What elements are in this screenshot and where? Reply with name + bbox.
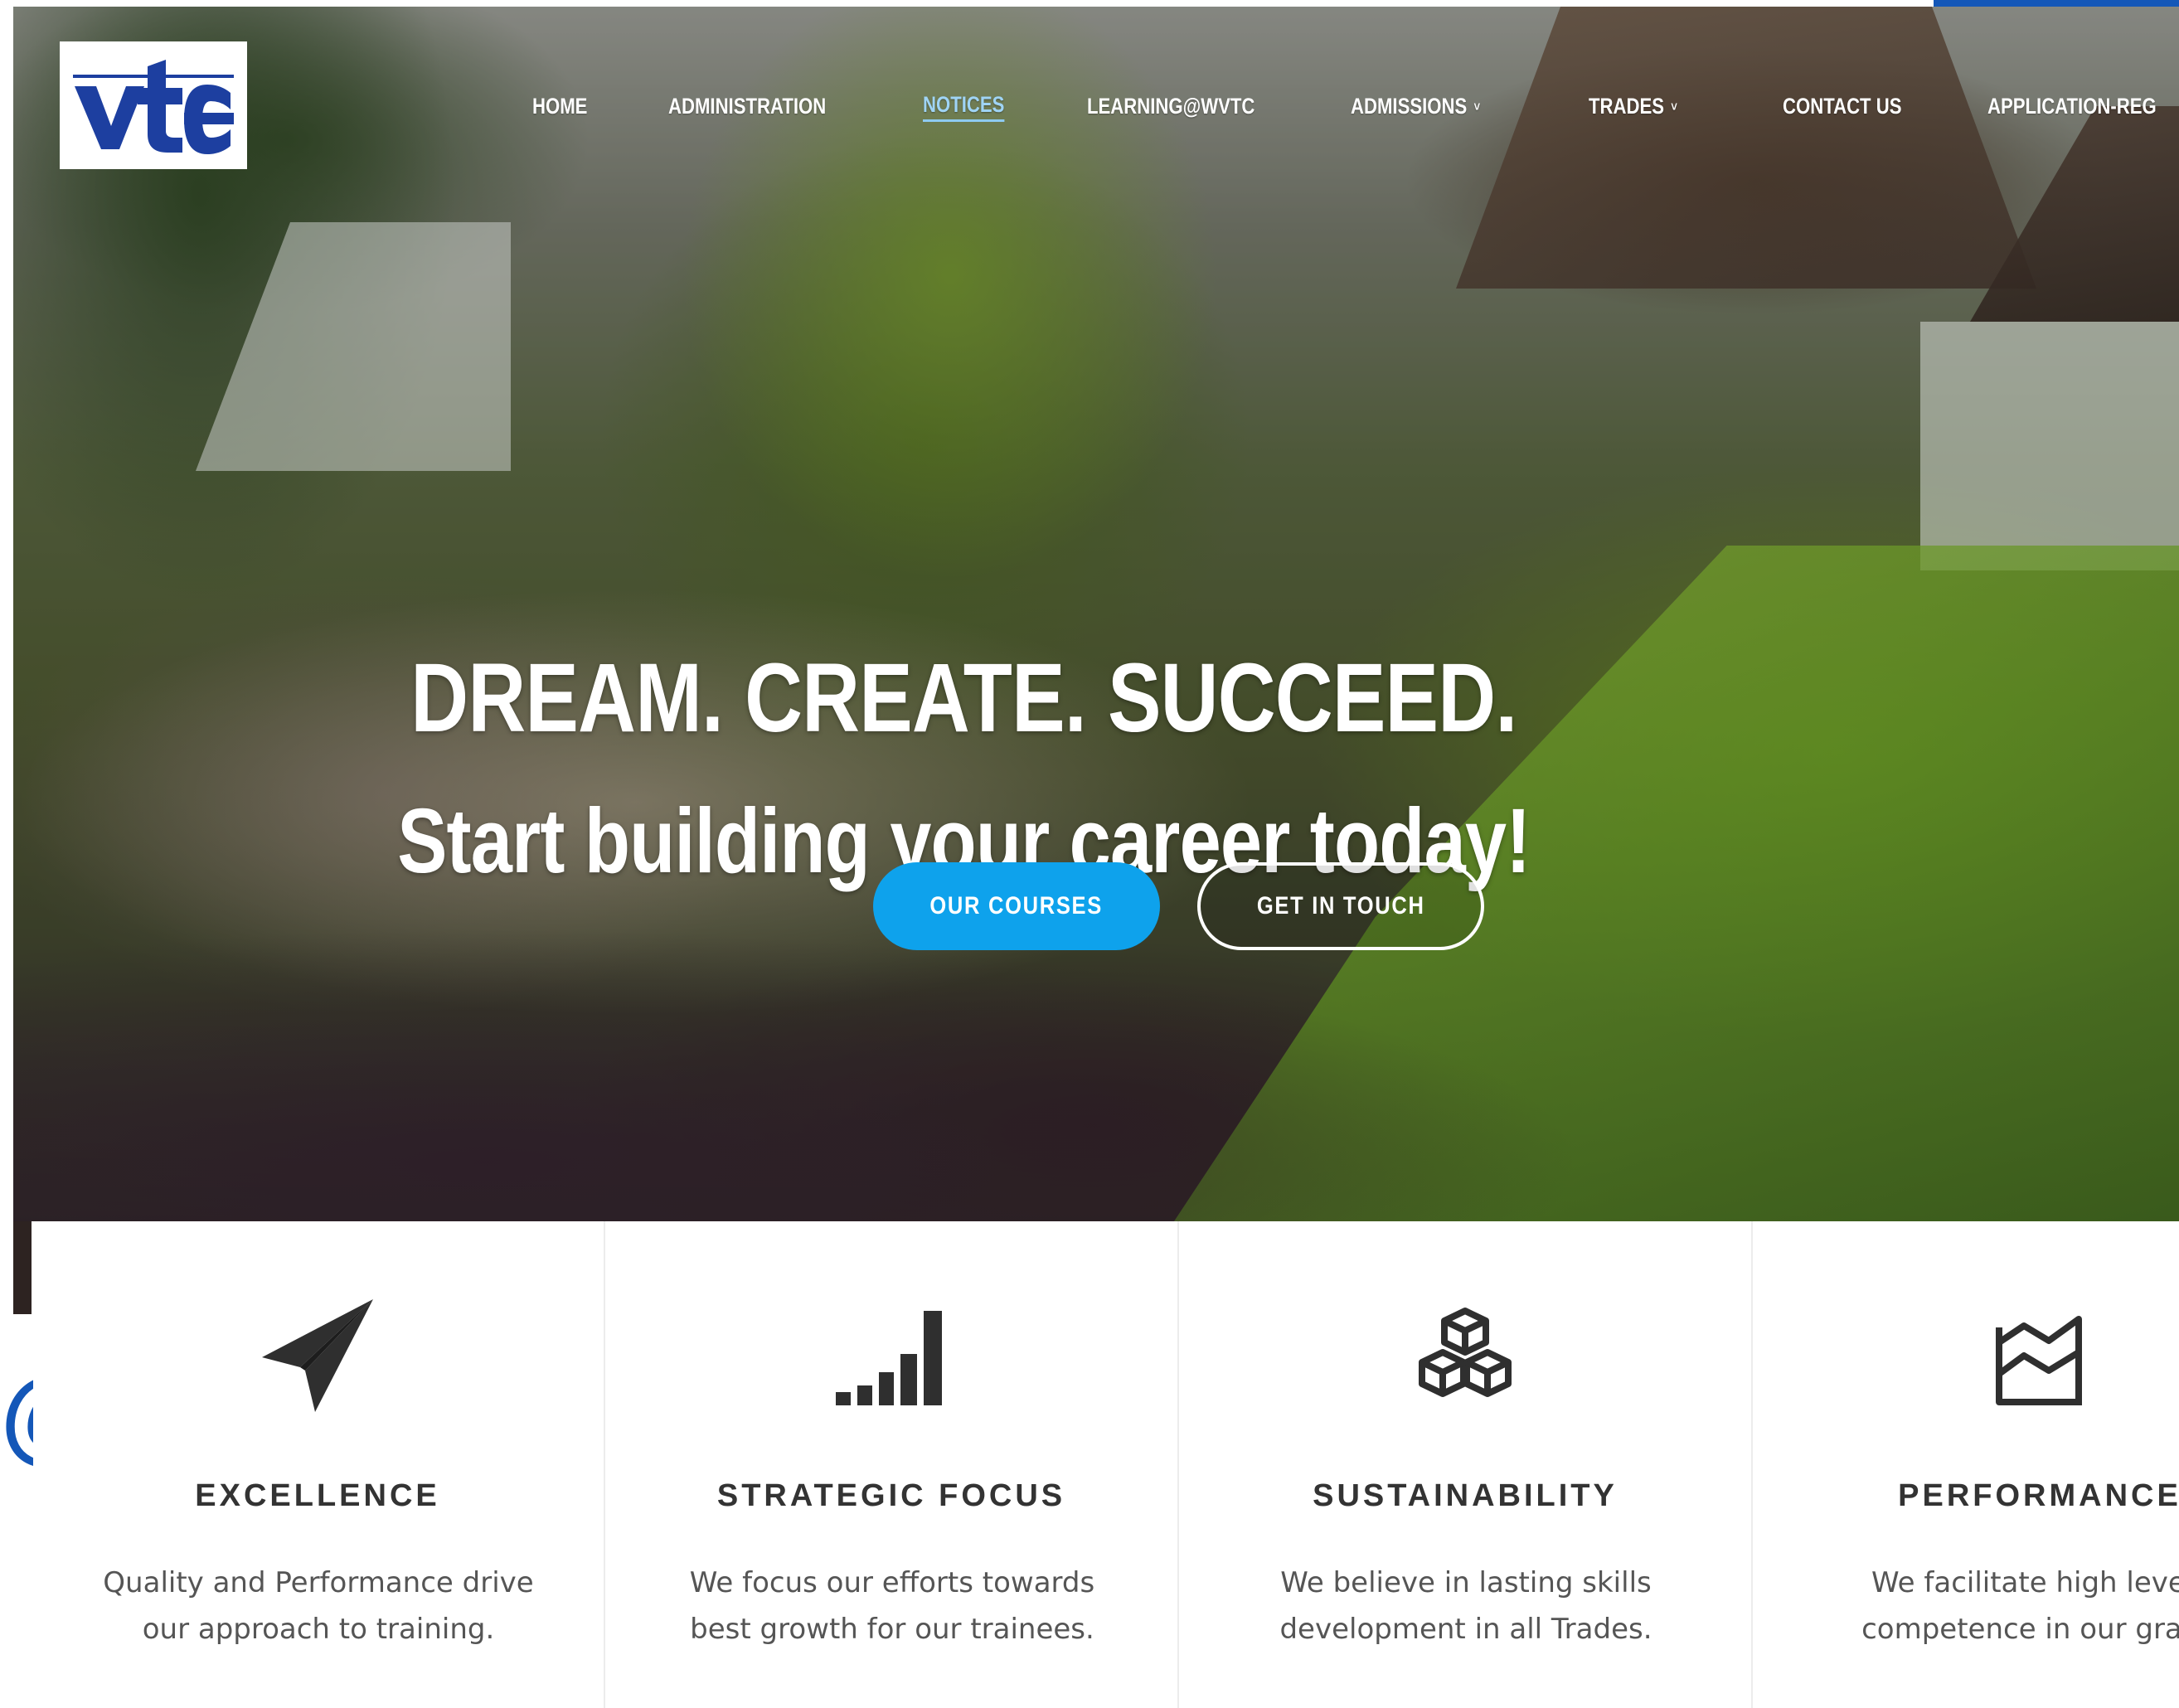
site-logo[interactable] [60, 41, 247, 169]
feature-card-strategic-focus: STRATEGIC FOCUS We focus our efforts tow… [605, 1221, 1179, 1708]
hero-thatched-roof [1456, 7, 2036, 289]
area-chart-icon [1753, 1294, 2179, 1419]
feature-title: PERFORMANCE [1898, 1478, 2179, 1513]
hero-section [13, 7, 2179, 1221]
feature-title: SUSTAINABILITY [1313, 1478, 1618, 1513]
feature-description: Quality and Performance drive our approac… [65, 1560, 572, 1652]
feature-description: We believe in lasting skills development … [1212, 1560, 1720, 1652]
hero-building-right [1920, 322, 2179, 570]
chevron-down-icon: ˅ [1671, 99, 1677, 114]
feature-description: We facilitate high levels competence in o… [1786, 1560, 2179, 1652]
feature-card-sustainability: SUSTAINABILITY We believe in lasting ski… [1179, 1221, 1753, 1708]
nav-admissions-label: ADMISSIONS [1351, 94, 1468, 119]
paper-plane-icon [32, 1294, 604, 1419]
feature-text-line: competence in our gradu [1861, 1613, 2179, 1646]
feature-title: EXCELLENCE [195, 1478, 440, 1513]
top-accent-bar [1934, 0, 2179, 7]
chevron-down-icon: ˅ [1473, 99, 1481, 114]
nav-learning-wvtc[interactable]: LEARNING@WVTC [1087, 90, 1255, 123]
nav-trades[interactable]: TRADES ˅ [1589, 90, 1677, 124]
feature-text-line: our approach to training. [142, 1613, 495, 1646]
side-at-symbol: @ [0, 1360, 33, 1468]
get-in-touch-button[interactable]: GET IN TOUCH [1197, 862, 1484, 950]
feature-text-line: development in all Trades. [1279, 1613, 1652, 1646]
feature-text-line: best growth for our trainees. [690, 1613, 1094, 1646]
feature-text-line: We focus our efforts towards [689, 1566, 1095, 1599]
vtc-logo-icon [73, 60, 234, 154]
signal-bars-icon [605, 1294, 1177, 1419]
features-section: EXCELLENCE Quality and Performance drive… [32, 1221, 2179, 1708]
get-in-touch-label: GET IN TOUCH [1256, 892, 1425, 920]
nav-application-registration[interactable]: APPLICATION-REG [1987, 90, 2157, 123]
feature-description: We focus our efforts towards best growth … [638, 1560, 1146, 1652]
feature-text-line: We believe in lasting skills [1280, 1566, 1652, 1599]
hero-title: DREAM. CREATE. SUCCEED. [410, 643, 1517, 754]
nav-notices[interactable]: NOTICES [923, 90, 1005, 122]
hero-bushes [13, 927, 1589, 1221]
our-courses-button[interactable]: OUR COURSES [873, 862, 1160, 950]
nav-trades-label: TRADES [1589, 94, 1665, 119]
nav-contact-us[interactable]: CONTACT US [1783, 90, 1902, 123]
our-courses-label: OUR COURSES [929, 892, 1104, 920]
feature-text-line: We facilitate high levels [1871, 1566, 2179, 1599]
feature-card-performance: PERFORMANCE We facilitate high levels com… [1753, 1221, 2179, 1708]
left-dark-tab [13, 1221, 32, 1314]
nav-administration[interactable]: ADMINISTRATION [668, 90, 826, 123]
feature-title: STRATEGIC FOCUS [716, 1478, 1066, 1513]
nav-admissions[interactable]: ADMISSIONS ˅ [1351, 90, 1480, 124]
feature-card-excellence: EXCELLENCE Quality and Performance drive… [32, 1221, 605, 1708]
cubes-icon [1179, 1294, 1751, 1419]
nav-home[interactable]: HOME [532, 90, 587, 123]
feature-text-line: Quality and Performance drive [103, 1566, 534, 1599]
